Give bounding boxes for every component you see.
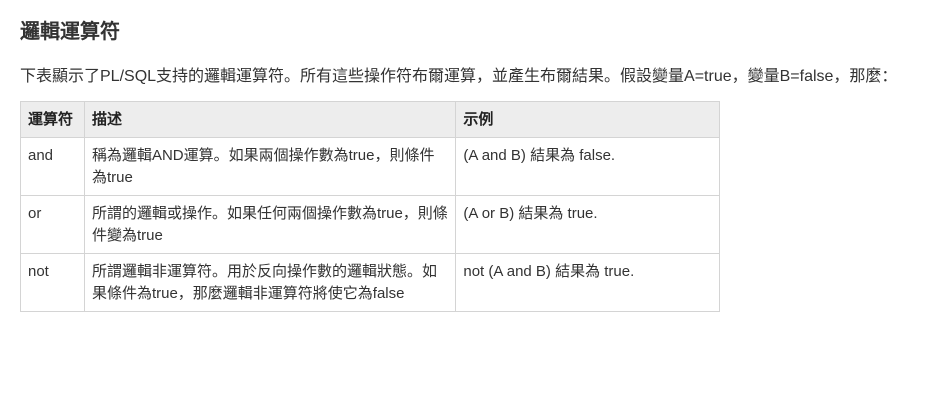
article-content: 邏輯運算符 下表顯示了PL/SQL支持的邏輯運算符。所有這些操作符布爾運算，並產… (20, 0, 916, 312)
example-cell: (A or B) 結果為 true. (455, 195, 720, 254)
table-row: not 所謂邏輯非運算符。用於反向操作數的邏輯狀態。如果條件為true，那麼邏輯… (20, 253, 720, 312)
operator-cell: and (20, 137, 85, 196)
example-cell: (A and B) 結果為 false. (455, 137, 720, 196)
intro-paragraph: 下表顯示了PL/SQL支持的邏輯運算符。所有這些操作符布爾運算，並產生布爾結果。… (20, 68, 898, 85)
header-example: 示例 (455, 101, 720, 138)
section-title: 邏輯運算符 (20, 21, 120, 43)
operator-cell: not (20, 253, 85, 312)
description-cell: 所謂的邏輯或操作。如果任何兩個操作數為true，則條件變為true (83, 195, 457, 254)
header-operator: 運算符 (20, 101, 85, 138)
table-row: or 所謂的邏輯或操作。如果任何兩個操作數為true，則條件變為true (A … (20, 195, 720, 254)
logical-operators-table: 運算符 描述 示例 and 稱為邏輯AND運算。如果兩個操作數為true，則條件… (20, 101, 720, 312)
table-header-row: 運算符 描述 示例 (20, 101, 720, 138)
header-description: 描述 (83, 101, 457, 138)
description-cell: 所謂邏輯非運算符。用於反向操作數的邏輯狀態。如果條件為true，那麼邏輯非運算符… (83, 253, 457, 312)
description-cell: 稱為邏輯AND運算。如果兩個操作數為true，則條件為true (83, 137, 457, 196)
operator-cell: or (20, 195, 85, 254)
table-row: and 稱為邏輯AND運算。如果兩個操作數為true，則條件為true (A a… (20, 137, 720, 196)
example-cell: not (A and B) 結果為 true. (455, 253, 720, 312)
